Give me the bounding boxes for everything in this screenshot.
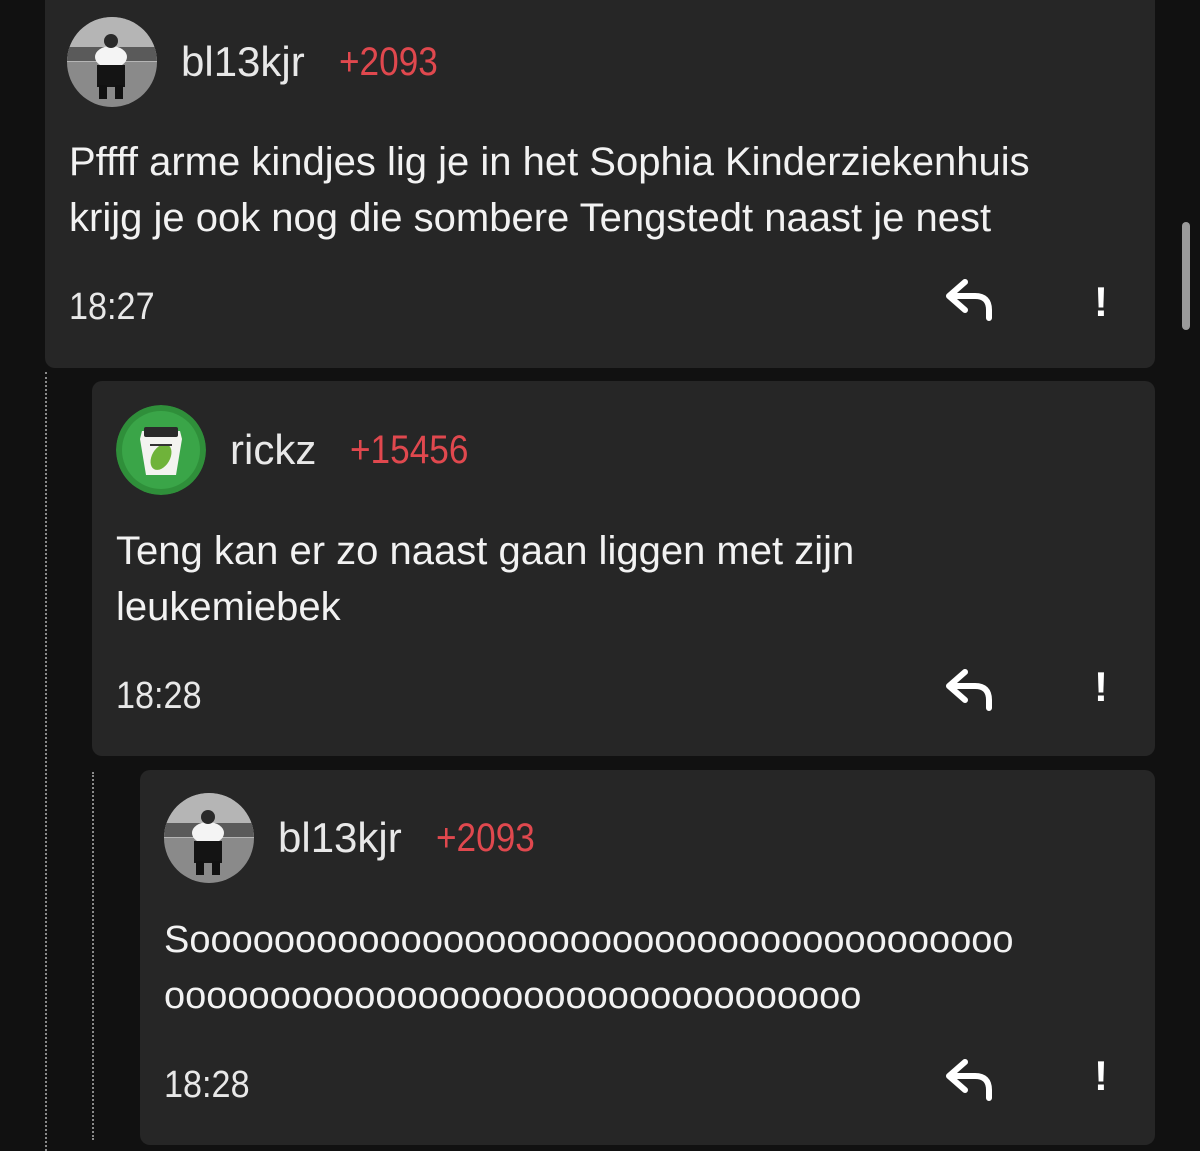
comment-header: rickz +15456 bbox=[116, 405, 485, 495]
username[interactable]: bl13kjr bbox=[278, 814, 402, 862]
comment-card: bl13kjr +2093 Pffff arme kindjes lig je … bbox=[45, 0, 1155, 368]
score: +15456 bbox=[350, 427, 469, 472]
report-button[interactable]: ! bbox=[1089, 278, 1113, 326]
comment-header: bl13kjr +2093 bbox=[164, 793, 548, 883]
reply-button[interactable] bbox=[945, 278, 997, 322]
reply-button[interactable] bbox=[945, 668, 997, 712]
report-button[interactable]: ! bbox=[1089, 1052, 1113, 1100]
thread-line-level-2 bbox=[92, 772, 94, 1140]
reply-arrow-icon bbox=[946, 1059, 992, 1101]
timestamp: 18:27 bbox=[69, 286, 155, 328]
report-button[interactable]: ! bbox=[1089, 663, 1113, 711]
comment-text: Sooooooooooooooooooooooooooooooooooooooo… bbox=[164, 919, 1014, 1017]
score: +2093 bbox=[338, 39, 438, 84]
scrollbar[interactable] bbox=[1182, 222, 1190, 330]
timestamp: 18:28 bbox=[164, 1064, 250, 1106]
person-avatar-icon[interactable] bbox=[67, 17, 157, 107]
reply-arrow-icon bbox=[946, 279, 992, 321]
comment-header: bl13kjr +2093 bbox=[67, 17, 451, 107]
thread-line-level-1 bbox=[45, 372, 47, 1151]
person-avatar-icon[interactable] bbox=[164, 793, 254, 883]
timestamp: 18:28 bbox=[116, 675, 202, 717]
comment-card: bl13kjr +2093 Sooooooooooooooooooooooooo… bbox=[140, 770, 1155, 1145]
username[interactable]: rickz bbox=[230, 426, 316, 474]
comment-text: Teng kan er zo naast gaan liggen met zij… bbox=[116, 529, 855, 629]
reply-arrow-icon bbox=[946, 669, 992, 711]
pickle-jar-avatar-icon[interactable] bbox=[116, 405, 206, 495]
comment-text: Pffff arme kindjes lig je in het Sophia … bbox=[69, 140, 1030, 240]
username[interactable]: bl13kjr bbox=[181, 38, 305, 86]
score: +2093 bbox=[435, 815, 535, 860]
reply-button[interactable] bbox=[945, 1058, 997, 1102]
comment-card: rickz +15456 Teng kan er zo naast gaan l… bbox=[92, 381, 1155, 756]
